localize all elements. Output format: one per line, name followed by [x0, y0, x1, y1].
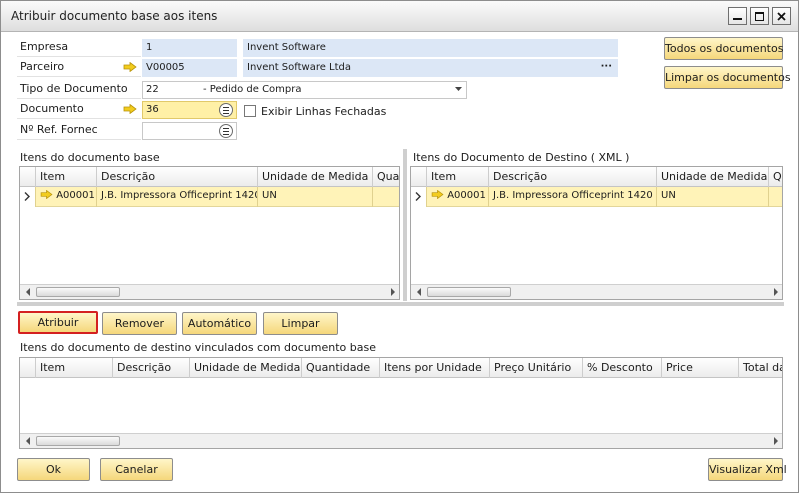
todos-documentos-button[interactable]: Todos os documentos	[664, 37, 783, 60]
col-total[interactable]: Total da	[738, 358, 782, 378]
cell-descricao: J.B. Impressora Officeprint 1420	[96, 187, 257, 207]
more-options-icon[interactable]: ···	[601, 61, 612, 72]
col-quantidade[interactable]: Qu	[768, 167, 782, 187]
parceiro-code-field[interactable]: V00005	[142, 59, 237, 77]
dest-grid-scrollbar[interactable]	[411, 284, 782, 299]
col-descricao[interactable]: Descrição	[112, 358, 189, 378]
dialog-window: Atribuir documento base aos itens Empres…	[0, 0, 799, 493]
link-arrow-icon[interactable]	[431, 189, 444, 200]
vertical-splitter[interactable]	[403, 149, 407, 301]
exibir-linhas-checkbox[interactable]	[244, 105, 256, 117]
scroll-left-icon[interactable]	[22, 435, 34, 447]
limpar-button[interactable]: Limpar	[263, 312, 338, 335]
base-grid-title: Itens do documento base	[20, 151, 160, 164]
scroll-left-icon[interactable]	[413, 286, 425, 298]
col-preco-unitario[interactable]: Preço Unitário	[489, 358, 582, 378]
minimize-icon	[733, 17, 742, 20]
dest-items-grid[interactable]: Item Descrição Unidade de Medida Qu A000…	[410, 166, 783, 300]
horizontal-splitter[interactable]	[17, 302, 784, 306]
cell-quantidade	[372, 187, 399, 207]
minimize-button[interactable]	[728, 7, 747, 25]
col-unidade[interactable]: Unidade de Medida	[189, 358, 301, 378]
scroll-right-icon[interactable]	[770, 286, 782, 298]
scroll-thumb[interactable]	[36, 287, 120, 297]
row-selector-header	[20, 358, 35, 378]
table-row[interactable]: A00001 J.B. Impressora Officeprint 1420 …	[411, 187, 782, 207]
parceiro-name-text: Invent Software Ltda	[247, 62, 352, 73]
table-row[interactable]: A00001 J.B. Impressora Officeprint 1420 …	[20, 187, 399, 207]
cell-quantidade	[768, 187, 782, 207]
cell-item: A00001	[426, 187, 488, 207]
col-item[interactable]: Item	[35, 358, 112, 378]
col-item[interactable]: Item	[426, 167, 488, 187]
linked-grid-title: Itens do documento de destino vinculados…	[20, 341, 376, 354]
link-arrow-icon[interactable]	[123, 62, 137, 72]
automatico-button[interactable]: Automático	[182, 312, 257, 335]
ref-fornec-label: Nº Ref. Fornec	[20, 123, 98, 136]
chevron-right-icon	[24, 192, 30, 201]
col-quantidade[interactable]: Quantidade	[301, 358, 379, 378]
maximize-icon	[755, 11, 764, 21]
col-unidade[interactable]: Unidade de Medida	[257, 167, 372, 187]
cell-item: A00001	[35, 187, 96, 207]
parceiro-name-field[interactable]: Invent Software Ltda ···	[243, 59, 618, 77]
scroll-right-icon[interactable]	[387, 286, 399, 298]
parceiro-label: Parceiro	[20, 60, 65, 73]
empresa-name-field: Invent Software	[243, 39, 618, 57]
cell-unidade: UN	[656, 187, 768, 207]
scroll-thumb[interactable]	[36, 436, 120, 446]
tipo-documento-value: 22	[146, 84, 159, 95]
linked-grid-scrollbar[interactable]	[20, 433, 782, 448]
close-icon	[777, 11, 786, 21]
limpar-documentos-button[interactable]: Limpar os documentos	[664, 66, 791, 89]
tipo-documento-desc: - Pedido de Compra	[203, 84, 302, 95]
remover-button[interactable]: Remover	[102, 312, 177, 335]
tipo-documento-label: Tipo de Documento	[20, 82, 128, 95]
dest-grid-header: Item Descrição Unidade de Medida Qu	[411, 167, 782, 187]
col-descricao[interactable]: Descrição	[96, 167, 257, 187]
row-selector[interactable]	[411, 187, 426, 207]
base-grid-header: Item Descrição Unidade de Medida Qua	[20, 167, 399, 187]
row-selector-header	[20, 167, 35, 187]
col-quantidade[interactable]: Qua	[372, 167, 399, 187]
row-selector-header	[411, 167, 426, 187]
scroll-thumb[interactable]	[427, 287, 511, 297]
title-bar: Atribuir documento base aos itens	[1, 1, 798, 32]
col-price[interactable]: Price	[661, 358, 738, 378]
atribuir-button[interactable]: Atribuir	[18, 311, 98, 334]
col-desconto[interactable]: % Desconto	[582, 358, 661, 378]
documento-lookup-icon[interactable]	[219, 103, 233, 117]
ok-button[interactable]: Ok	[17, 458, 90, 481]
base-items-grid[interactable]: Item Descrição Unidade de Medida Qua A00…	[19, 166, 400, 300]
scroll-right-icon[interactable]	[770, 435, 782, 447]
maximize-button[interactable]	[750, 7, 769, 25]
scroll-left-icon[interactable]	[22, 286, 34, 298]
linked-items-grid[interactable]: Item Descrição Unidade de Medida Quantid…	[19, 357, 783, 449]
col-unidade[interactable]: Unidade de Medida	[656, 167, 768, 187]
base-grid-scrollbar[interactable]	[20, 284, 399, 299]
dest-grid-title: Itens do Documento de Destino ( XML )	[413, 151, 630, 164]
col-itens-por-unidade[interactable]: Itens por Unidade	[379, 358, 489, 378]
linked-grid-header: Item Descrição Unidade de Medida Quantid…	[20, 358, 782, 378]
chevron-down-icon	[455, 87, 462, 91]
visualizar-xml-button[interactable]: Visualizar Xml	[708, 458, 787, 481]
link-arrow-icon[interactable]	[123, 104, 137, 114]
cancelar-button[interactable]: Canelar	[100, 458, 173, 481]
row-selector[interactable]	[20, 187, 35, 207]
empresa-label: Empresa	[20, 40, 69, 53]
link-arrow-icon[interactable]	[40, 189, 53, 200]
col-item[interactable]: Item	[35, 167, 96, 187]
close-button[interactable]	[772, 7, 791, 25]
exibir-linhas-label: Exibir Linhas Fechadas	[261, 105, 387, 118]
cell-unidade: UN	[257, 187, 372, 207]
empresa-code-field: 1	[142, 39, 237, 57]
cell-descricao: J.B. Impressora Officeprint 1420	[488, 187, 656, 207]
tipo-documento-select[interactable]: 22 - Pedido de Compra	[142, 81, 467, 99]
col-descricao[interactable]: Descrição	[488, 167, 656, 187]
window-title: Atribuir documento base aos itens	[11, 9, 218, 23]
documento-label: Documento	[20, 102, 84, 115]
chevron-right-icon	[415, 192, 421, 201]
ref-fornec-lookup-icon[interactable]	[219, 124, 233, 138]
